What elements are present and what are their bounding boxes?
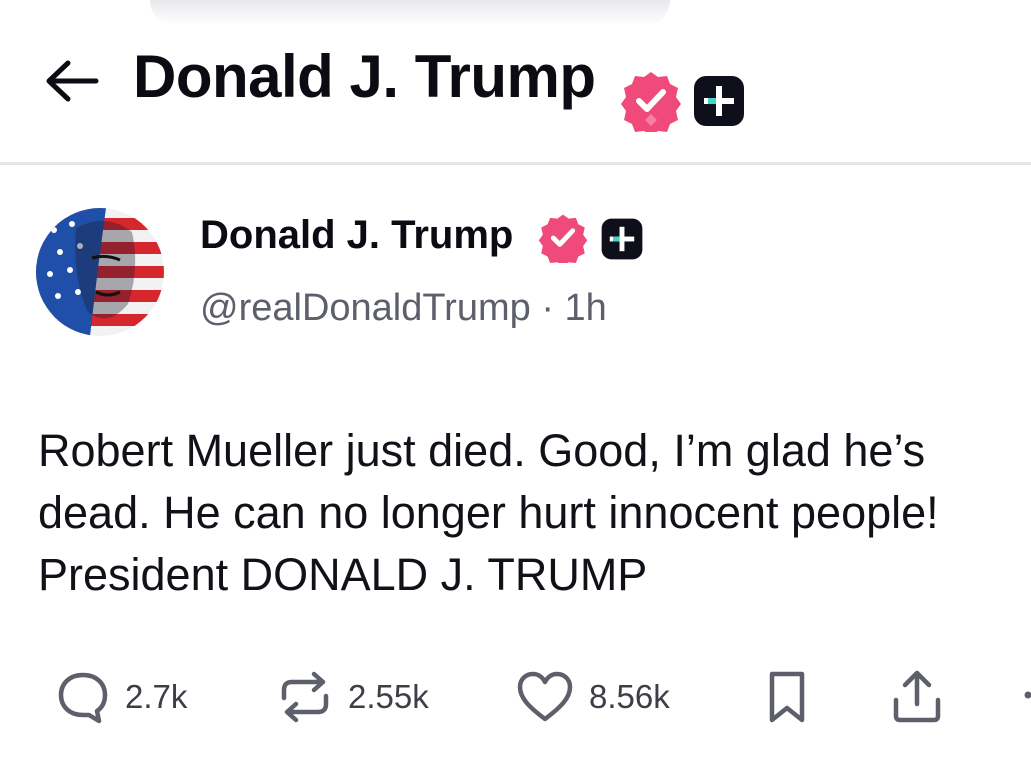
comment-bubble-icon xyxy=(58,672,108,724)
header-divider xyxy=(0,162,1031,165)
repost-icon xyxy=(281,671,329,723)
post-text: Robert Mueller just died. Good, I’m glad… xyxy=(38,425,939,600)
back-button[interactable] xyxy=(42,56,102,106)
plus-badge-icon xyxy=(694,76,744,126)
post-detail-screen: Donald J. Trump Donald J. Trump @realDon… xyxy=(0,0,1031,782)
verified-badge-icon xyxy=(621,72,681,132)
share-button[interactable] xyxy=(888,668,946,726)
plus-badge-icon xyxy=(601,218,643,260)
author-handle[interactable]: @realDonaldTrump xyxy=(200,287,531,329)
author-name[interactable]: Donald J. Trump xyxy=(200,213,513,258)
top-header: Donald J. Trump xyxy=(0,30,1031,132)
bookmark-button[interactable] xyxy=(762,668,812,726)
like-count: 8.56k xyxy=(589,678,670,715)
bookmark-icon xyxy=(769,671,805,723)
reply-count: 2.7k xyxy=(125,678,188,715)
repost-button[interactable]: 2.55k xyxy=(276,668,429,726)
handle-line: @realDonaldTrump · 1h xyxy=(200,287,607,330)
share-upload-icon xyxy=(893,670,941,723)
avatar[interactable] xyxy=(36,208,164,336)
meta-separator: · xyxy=(541,287,554,329)
post-time: 1h xyxy=(564,287,607,329)
status-bar-fade xyxy=(150,0,670,26)
more-actions-edge-icon xyxy=(1024,691,1031,699)
repost-count: 2.55k xyxy=(348,678,429,715)
page-title[interactable]: Donald J. Trump xyxy=(133,42,596,111)
like-button[interactable]: 8.56k xyxy=(515,668,670,726)
heart-icon xyxy=(517,671,573,722)
verified-badge-icon xyxy=(538,214,588,263)
arrow-left-icon xyxy=(46,60,99,102)
reply-button[interactable]: 2.7k xyxy=(55,668,187,726)
avatar-image xyxy=(36,208,164,336)
